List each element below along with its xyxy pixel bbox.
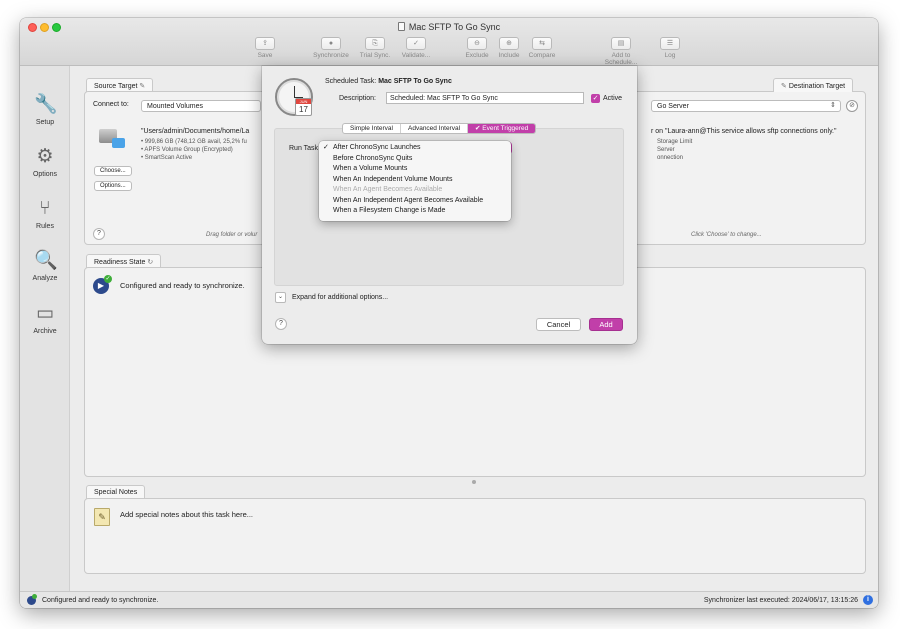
source-connect-select[interactable]: Mounted Volumes: [141, 100, 261, 112]
pencil-icon: ✎: [781, 83, 787, 90]
chevron-updown-icon: ⇕: [830, 102, 836, 109]
analyze-icon: 🔍: [34, 250, 58, 271]
menu-item[interactable]: When An Independent Agent Becomes Availa…: [319, 196, 511, 207]
menu-item[interactable]: When An Independent Volume Mounts: [319, 175, 511, 186]
toolbar-compare-button[interactable]: ⇆ Compare: [522, 37, 562, 59]
wrench-icon: 🔧: [34, 94, 58, 115]
rules-icon: ⑂: [39, 198, 51, 219]
toolbar-save-button[interactable]: ⇪ Save: [245, 37, 285, 59]
notes-panel: ✎ Add special notes about this task here…: [84, 498, 866, 574]
help-button[interactable]: ?: [93, 228, 105, 240]
gear-icon: ⚙: [36, 146, 54, 167]
status-bar: Configured and ready to synchronize. Syn…: [20, 591, 878, 608]
sidebar-item-options[interactable]: ⚙ Options: [20, 146, 70, 178]
active-checkbox[interactable]: ✓: [591, 94, 600, 103]
menu-item[interactable]: Before ChronoSync Quits: [319, 154, 511, 165]
window-title: Mac SFTP To Go Sync: [20, 22, 878, 32]
status-message: Configured and ready to synchronize.: [42, 597, 159, 604]
last-executed: Synchronizer last executed: 2024/06/17, …: [703, 597, 858, 604]
sidebar-item-setup[interactable]: 🔧 Setup: [20, 94, 70, 126]
checkmark-icon: ✓: [323, 144, 329, 151]
tab-readiness-state[interactable]: Readiness State ↻: [86, 254, 162, 268]
add-button[interactable]: Add: [589, 318, 623, 331]
edit-circle-icon[interactable]: ⊘: [846, 100, 858, 112]
notepad-icon: ✎: [94, 508, 110, 526]
notes-placeholder[interactable]: Add special notes about this task here..…: [120, 510, 253, 519]
sync-icon: ●: [321, 37, 341, 50]
active-label: Active: [603, 95, 623, 102]
exclude-icon: ⊖: [467, 37, 487, 50]
trial-sync-icon: ⎘: [365, 37, 385, 50]
menu-item[interactable]: When a Volume Mounts: [319, 164, 511, 175]
checkmark-icon: ✓: [104, 275, 112, 283]
sidebar: 🔧 Setup ⚙ Options ⑂ Rules 🔍 Analyze ▭ Archive: [20, 66, 70, 591]
menu-item[interactable]: ✓ After ChronoSync Launches: [319, 143, 511, 154]
options-button[interactable]: Options...: [94, 181, 132, 191]
sidebar-item-rules[interactable]: ⑂ Rules: [20, 198, 70, 230]
drag-hint: Drag folder or volur: [206, 232, 258, 238]
scheduled-task-label: Scheduled Task: Mac SFTP To Go Sync: [325, 78, 452, 85]
status-check-icon: [32, 594, 37, 599]
toolbar-log-button[interactable]: ☰ Log: [650, 37, 690, 59]
tab-special-notes[interactable]: Special Notes: [86, 485, 146, 499]
toolbar-synchronize-button[interactable]: ● Synchronize: [311, 37, 351, 59]
source-detail: • SmartScan Active: [141, 155, 193, 161]
archive-icon: ▭: [36, 303, 54, 324]
pencil-icon: ✎: [139, 83, 146, 90]
schedule-icon: ▤: [611, 37, 631, 50]
dialog-help-button[interactable]: ?: [275, 318, 287, 330]
schedule-type-tabs: Simple Interval Advanced Interval ✔ Even…: [342, 123, 537, 134]
calendar-icon: JUN 17: [295, 98, 312, 116]
readiness-message: Configured and ready to synchronize.: [120, 281, 245, 290]
source-path: "Users/admin/Documents/home/La: [141, 128, 250, 135]
description-label: Description:: [339, 95, 376, 102]
tab-event-triggered[interactable]: ✔ Event Triggered: [468, 124, 536, 133]
compare-icon: ⇆: [532, 37, 552, 50]
run-task-menu: ✓ After ChronoSync Launches Before ChronoS…: [319, 141, 511, 221]
choose-button[interactable]: Choose...: [94, 166, 132, 176]
toolbar-validate-button[interactable]: ✓ Validate...: [396, 37, 436, 59]
split-handle[interactable]: [472, 480, 476, 484]
expand-label[interactable]: Expand for additional options...: [292, 294, 388, 301]
destination-hint: Click 'Choose' to change...: [691, 232, 762, 238]
sidebar-item-archive[interactable]: ▭ Archive: [20, 303, 70, 335]
tab-advanced-interval[interactable]: Advanced Interval: [401, 124, 469, 133]
run-task-label: Run Task: [289, 145, 319, 152]
titlebar: Mac SFTP To Go Sync ⇪ Save ● Synchronize ⎘ Tr…: [20, 18, 878, 66]
validate-icon: ✓: [406, 37, 426, 50]
destination-detail: onnection: [657, 155, 684, 161]
destination-detail: Storage Limit: [657, 139, 693, 145]
source-detail: • 999,86 GB (748,12 GB avail, 25,2% fu: [141, 139, 247, 145]
save-icon: ⇪: [255, 37, 275, 50]
log-icon: ☰: [660, 37, 680, 50]
toolbar-trial-sync-button[interactable]: ⎘ Trial Sync.: [355, 37, 395, 59]
expand-toggle[interactable]: ⌄: [275, 292, 286, 303]
destination-path: r on "Laura-ann@This service allows sftp…: [651, 128, 837, 135]
toolbar-add-to-schedule-button[interactable]: ▤ Add to Schedule...: [601, 37, 641, 66]
description-input[interactable]: Scheduled: Mac SFTP To Go Sync: [386, 92, 584, 104]
tab-simple-interval[interactable]: Simple Interval: [343, 124, 401, 133]
menu-item: When An Agent Becomes Available: [333, 186, 443, 193]
destination-connect-select[interactable]: Go Server ⇕: [651, 100, 841, 112]
include-icon: ⊕: [499, 37, 519, 50]
destination-detail: Server: [657, 147, 675, 153]
folder-icon: [112, 138, 125, 148]
cancel-button[interactable]: Cancel: [536, 318, 581, 331]
menu-item[interactable]: When a Filesystem Change is Made: [319, 206, 511, 217]
tab-source-target[interactable]: Source Target ✎: [86, 78, 154, 92]
sidebar-item-analyze[interactable]: 🔍 Analyze: [20, 250, 70, 282]
info-icon[interactable]: i: [863, 595, 873, 605]
refresh-icon: ↻: [147, 259, 154, 266]
connect-to-label: Connect to:: [93, 101, 129, 108]
tab-destination-target[interactable]: ✎ Destination Target: [773, 78, 854, 92]
source-detail: • APFS Volume Group (Encrypted): [141, 147, 233, 153]
document-icon: [397, 22, 405, 31]
